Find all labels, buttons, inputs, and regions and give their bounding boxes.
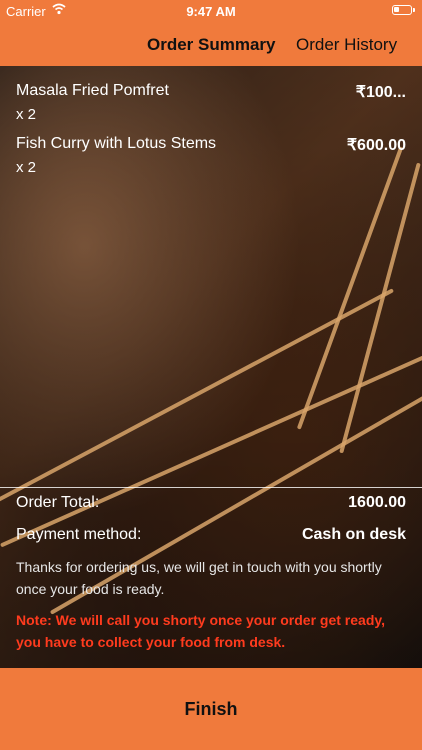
- divider: [0, 487, 422, 488]
- item-name: Masala Fried Pomfret: [16, 82, 169, 99]
- order-total-label: Order Total:: [16, 494, 100, 511]
- status-bar: Carrier 9:47 AM: [0, 0, 422, 22]
- payment-method-value: Cash on desk: [301, 526, 406, 543]
- finish-button[interactable]: Finish: [0, 668, 422, 750]
- payment-method-row: Payment method: Cash on desk: [16, 526, 406, 544]
- tab-order-summary[interactable]: Order Summary: [147, 35, 276, 55]
- thanks-message: Thanks for ordering us, we will get in t…: [16, 559, 382, 597]
- item-name: Fish Curry with Lotus Stems: [16, 135, 217, 152]
- tab-order-history[interactable]: Order History: [296, 35, 397, 55]
- top-tab-bar: Order Summary Order History: [0, 22, 422, 66]
- item-price: ₹100...: [355, 84, 406, 101]
- item-price: ₹600.00: [346, 137, 406, 154]
- pickup-note: Note: We will call you shorty once your …: [16, 612, 386, 650]
- battery-icon: [392, 5, 415, 15]
- payment-method-label: Payment method:: [16, 526, 142, 543]
- order-total-row: Order Total: 1600.00: [16, 494, 406, 512]
- order-item: Fish Curry with Lotus Stems ₹600.00 x 2: [16, 135, 406, 176]
- order-total-value: 1600.00: [348, 494, 406, 511]
- clock: 9:47 AM: [186, 4, 236, 19]
- item-quantity: x 2: [16, 159, 37, 176]
- item-quantity: x 2: [16, 106, 37, 123]
- order-item: Masala Fried Pomfret ₹100... x 2: [16, 82, 406, 123]
